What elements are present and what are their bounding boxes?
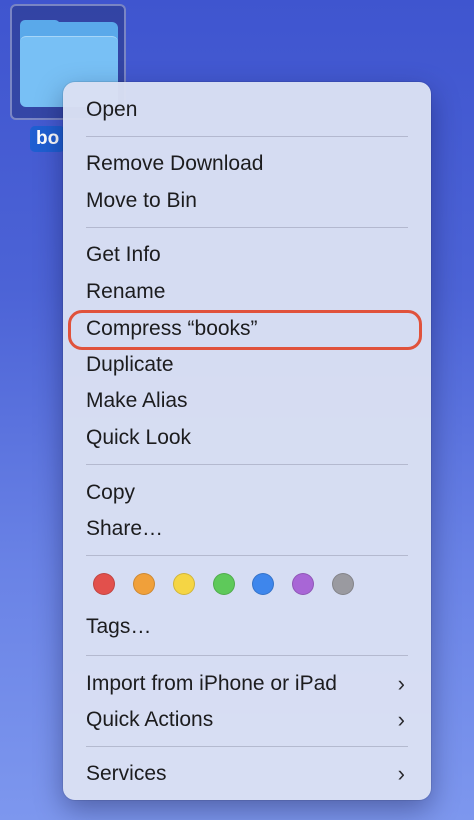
chevron-right-icon: › — [397, 707, 405, 732]
tag-purple-dot[interactable] — [292, 573, 314, 595]
menu-item-quick-actions[interactable]: Quick Actions › — [63, 702, 431, 738]
menu-separator — [86, 655, 408, 656]
menu-item-import-label: Import from iPhone or iPad — [86, 672, 337, 695]
menu-item-import-from-iphone[interactable]: Import from iPhone or iPad › — [63, 666, 431, 702]
menu-item-remove-download[interactable]: Remove Download — [63, 146, 431, 182]
menu-item-copy[interactable]: Copy — [63, 475, 431, 511]
menu-item-quick-look[interactable]: Quick Look — [63, 420, 431, 456]
menu-item-services[interactable]: Services › — [63, 756, 431, 792]
context-menu: Open Remove Download Move to Bin Get Inf… — [63, 82, 431, 800]
menu-item-tags[interactable]: Tags… — [63, 609, 431, 645]
menu-separator — [86, 464, 408, 465]
compress-highlight-outline — [68, 310, 422, 350]
menu-item-get-info[interactable]: Get Info — [63, 237, 431, 273]
menu-separator — [86, 136, 408, 137]
menu-item-rename[interactable]: Rename — [63, 274, 431, 310]
menu-item-services-label: Services — [86, 762, 167, 785]
tag-red-dot[interactable] — [93, 573, 115, 595]
menu-item-quick-actions-label: Quick Actions — [86, 708, 214, 731]
menu-item-duplicate[interactable]: Duplicate — [63, 347, 431, 383]
menu-item-share[interactable]: Share… — [63, 511, 431, 547]
menu-item-move-to-bin[interactable]: Move to Bin — [63, 183, 431, 219]
menu-item-open[interactable]: Open — [63, 92, 431, 128]
tag-gray-dot[interactable] — [332, 573, 354, 595]
folder-name-label[interactable]: bo — [30, 126, 66, 152]
menu-separator — [86, 746, 408, 747]
menu-separator — [86, 227, 408, 228]
tag-orange-dot[interactable] — [133, 573, 155, 595]
tag-yellow-dot[interactable] — [173, 573, 195, 595]
chevron-right-icon: › — [397, 671, 405, 696]
tag-blue-dot[interactable] — [252, 573, 274, 595]
menu-separator — [86, 555, 408, 556]
tag-green-dot[interactable] — [213, 573, 235, 595]
menu-item-make-alias[interactable]: Make Alias — [63, 383, 431, 419]
chevron-right-icon: › — [397, 761, 405, 786]
